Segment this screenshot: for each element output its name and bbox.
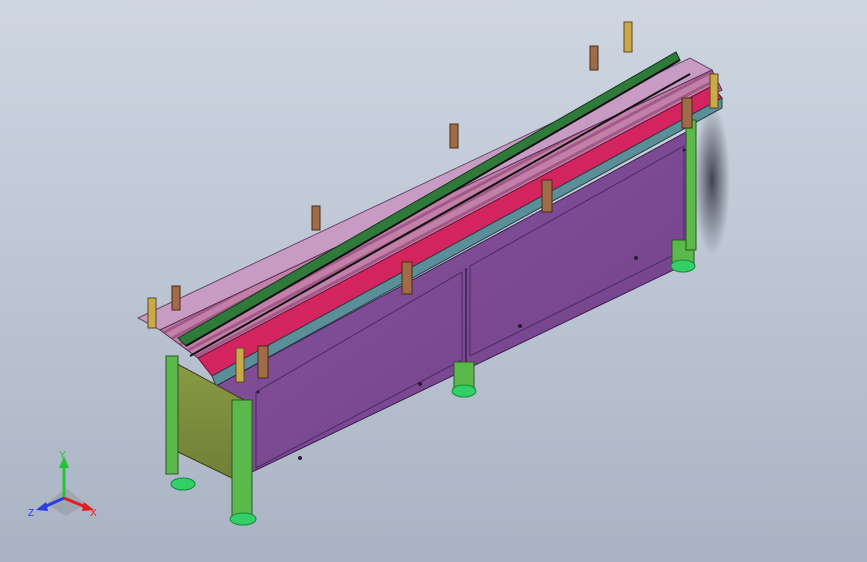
mounting-post-1[interactable]	[147, 297, 157, 329]
model-shadow	[694, 105, 730, 255]
bracket-2[interactable]	[401, 261, 413, 295]
leg-back-left[interactable]	[165, 355, 179, 475]
back-bracket-1[interactable]	[171, 285, 181, 311]
back-bracket-2[interactable]	[311, 205, 321, 231]
triad-z-arrow-icon	[36, 502, 48, 511]
bracket-4[interactable]	[681, 97, 693, 129]
foot-back-left[interactable]	[170, 477, 196, 491]
leg-front-left[interactable]	[231, 399, 253, 517]
orientation-triad[interactable]: Y X Z	[26, 448, 106, 518]
foot-front-right[interactable]	[670, 259, 696, 273]
mounting-post-4[interactable]	[709, 73, 719, 109]
leg-middle[interactable]	[453, 361, 475, 389]
triad-z-label: Z	[28, 508, 34, 518]
bracket-3[interactable]	[541, 179, 553, 213]
back-bracket-3[interactable]	[449, 123, 459, 149]
back-bracket-4[interactable]	[589, 45, 599, 71]
triad-x-label: X	[90, 508, 97, 518]
foot-middle[interactable]	[451, 384, 477, 398]
mounting-post-3[interactable]	[623, 21, 633, 53]
cad-viewport[interactable]: Y X Z	[0, 0, 867, 562]
mounting-post-2[interactable]	[235, 347, 245, 383]
leg-back-right[interactable]	[685, 119, 697, 251]
triad-y-label: Y	[59, 450, 66, 461]
foot-front-left[interactable]	[229, 512, 257, 526]
bracket-1[interactable]	[257, 345, 269, 379]
model-canvas[interactable]	[0, 0, 867, 562]
